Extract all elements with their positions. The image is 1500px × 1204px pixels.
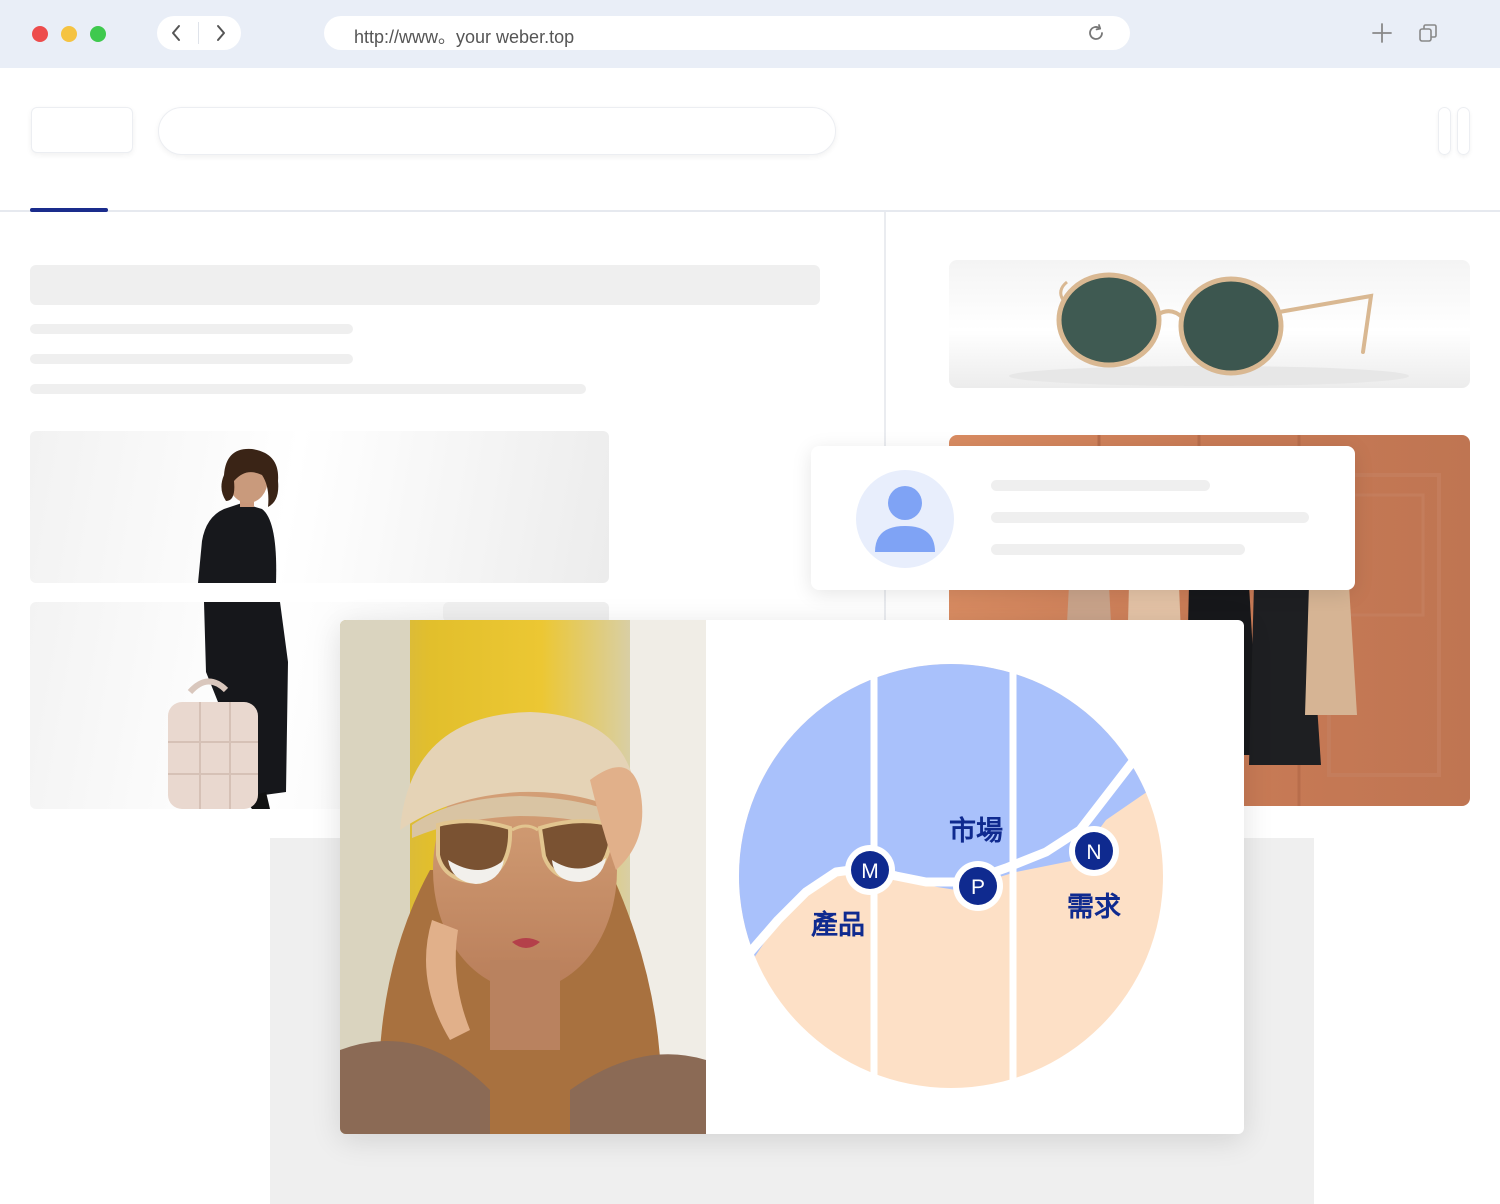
- url-text: http://www。your weber.top: [354, 27, 575, 47]
- text-line-placeholder: [30, 324, 353, 334]
- fashion-photo-top[interactable]: [30, 431, 609, 583]
- market-product-demand-chart: 市場 產品 需求 M P N: [722, 660, 1163, 1100]
- site-header: [0, 68, 1500, 212]
- woman-sunglasses-image: [340, 620, 706, 1134]
- profile-line-placeholder: [991, 544, 1245, 555]
- main-feature-card: 市場 產品 需求 M P N: [340, 620, 1244, 1134]
- logo-placeholder-button[interactable]: [31, 107, 133, 153]
- menu-toggle-button[interactable]: [1438, 107, 1472, 155]
- marker-m-label: M: [861, 860, 879, 883]
- profile-name-placeholder: [991, 480, 1210, 491]
- marker-n-label: N: [1086, 841, 1101, 864]
- venn-segment-diagram: 市場 產品 需求 M P N: [706, 620, 1244, 1134]
- woman-sunglasses-photo[interactable]: [340, 620, 706, 1134]
- browser-titlebar: http://www。your weber.top: [0, 0, 1500, 68]
- windows-icon[interactable]: [1417, 22, 1439, 44]
- demand-label: 需求: [1067, 892, 1121, 923]
- address-bar[interactable]: http://www。your weber.top: [324, 16, 1130, 50]
- user-avatar-icon: [875, 486, 935, 552]
- profile-line-placeholder: [991, 512, 1309, 523]
- marker-p: P: [953, 861, 1003, 911]
- woman-coat-image: [198, 448, 279, 583]
- close-window-button[interactable]: [32, 26, 48, 42]
- profile-card[interactable]: [811, 446, 1355, 590]
- search-input[interactable]: [158, 107, 836, 155]
- new-tab-icon[interactable]: [1371, 22, 1393, 44]
- nav-divider: [198, 22, 199, 44]
- back-arrow-icon[interactable]: [167, 23, 187, 43]
- title-placeholder: [30, 265, 820, 305]
- text-line-placeholder: [30, 384, 586, 394]
- active-tab-indicator: [30, 208, 108, 212]
- round-sunglasses-image: [1009, 272, 1409, 386]
- market-label: 市場: [949, 815, 1003, 847]
- maximize-window-button[interactable]: [90, 26, 106, 42]
- forward-arrow-icon[interactable]: [210, 23, 230, 43]
- marker-m: M: [845, 845, 895, 895]
- avatar: [856, 470, 954, 568]
- nav-buttons: [157, 16, 241, 50]
- marker-n: N: [1069, 826, 1119, 876]
- marker-p-label: P: [971, 876, 985, 899]
- glasses-photo[interactable]: [949, 260, 1470, 388]
- product-label: 產品: [811, 909, 865, 941]
- text-line-placeholder: [30, 354, 353, 364]
- reload-icon[interactable]: [1086, 23, 1106, 43]
- minimize-window-button[interactable]: [61, 26, 77, 42]
- image-placeholder: [443, 602, 609, 622]
